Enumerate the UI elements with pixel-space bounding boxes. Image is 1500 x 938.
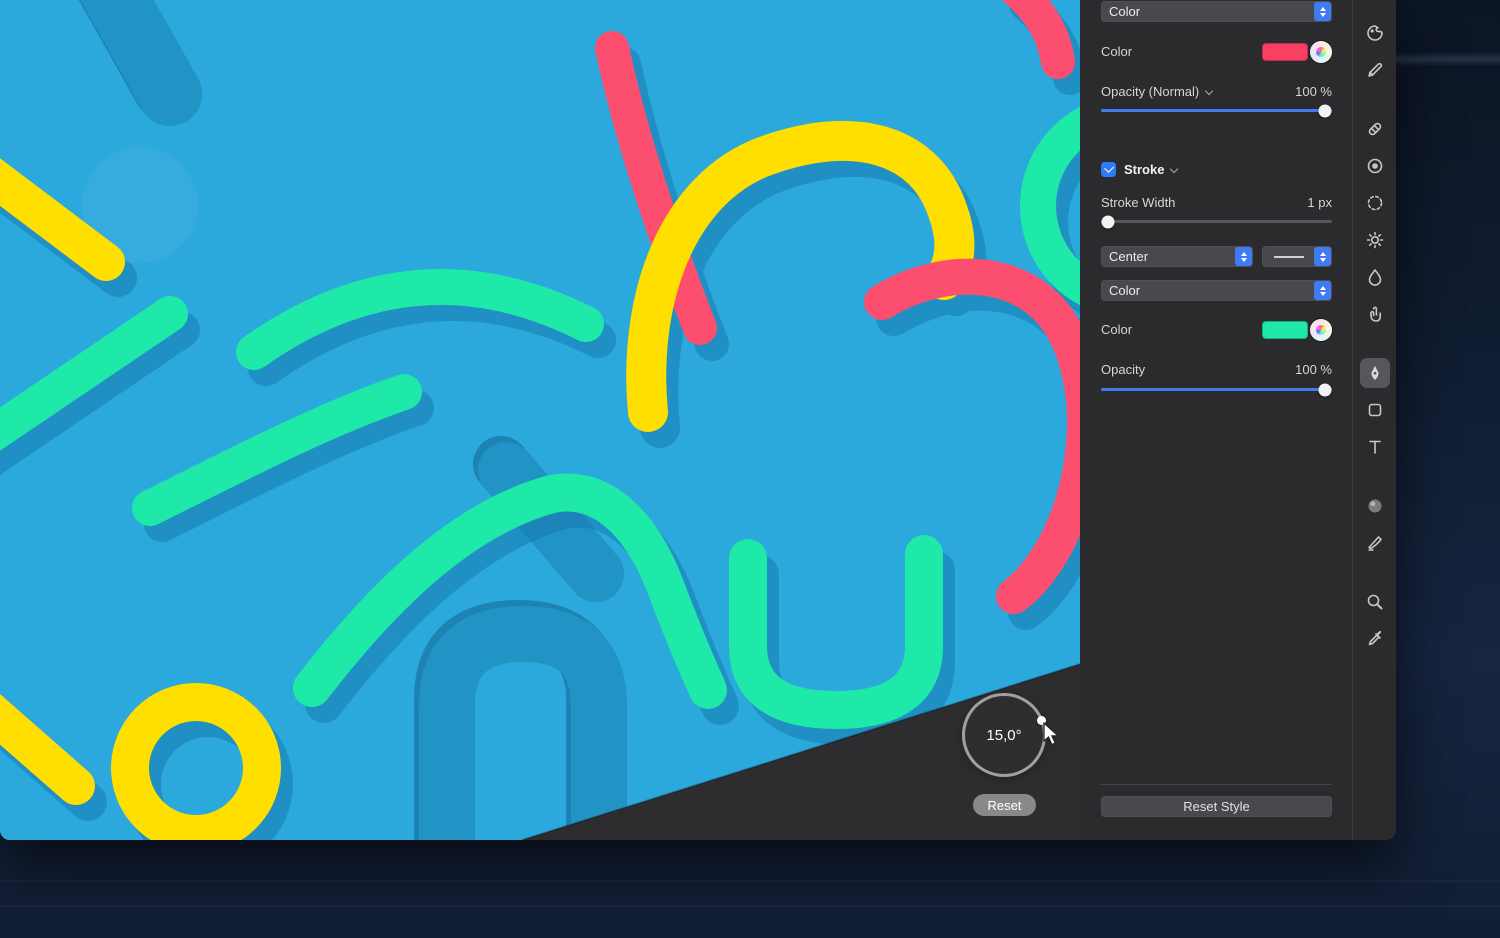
eyedropper-tool-icon[interactable] (1360, 624, 1390, 654)
stroke-opacity-slider[interactable] (1101, 388, 1332, 391)
popup-stepper-icon (1235, 247, 1252, 266)
fill-opacity-slider[interactable] (1101, 109, 1332, 112)
fill-opacity-value: 100 % (1295, 81, 1332, 103)
app-window: 15,0° Reset Color Color Opacity (Normal)… (0, 0, 1396, 840)
stroke-section-title[interactable]: Stroke (1124, 162, 1177, 177)
panel-divider (1101, 784, 1332, 785)
stroke-width-label: Stroke Width (1101, 192, 1175, 214)
popup-stepper-icon (1314, 247, 1331, 266)
text-tool-icon[interactable] (1360, 432, 1390, 462)
stroke-width-slider-knob[interactable] (1101, 215, 1114, 228)
stroke-position-popup-value: Center (1109, 249, 1148, 264)
popup-stepper-icon (1314, 2, 1331, 21)
chevron-down-icon (1170, 165, 1178, 173)
popup-stepper-icon (1314, 281, 1331, 300)
light-adjust-icon[interactable] (1360, 225, 1390, 255)
stroke-position-popup[interactable]: Center (1101, 246, 1253, 267)
wallpaper-wave (0, 905, 1500, 907)
line-style-sample-icon (1274, 256, 1304, 258)
zoom-tool-icon[interactable] (1360, 587, 1390, 617)
fill-color-label: Color (1101, 41, 1132, 63)
fill-opacity-label: Opacity (Normal) (1101, 81, 1212, 103)
stroke-width-value: 1 px (1307, 192, 1332, 214)
fill-type-popup[interactable]: Color (1101, 1, 1332, 22)
stroke-color-wheel-icon[interactable] (1310, 319, 1332, 341)
stroke-line-style-popup[interactable] (1262, 246, 1332, 267)
stroke-checkbox[interactable] (1101, 162, 1116, 177)
fill-opacity-slider-knob[interactable] (1319, 104, 1332, 117)
stroke-color-swatch[interactable] (1262, 321, 1308, 339)
soften-tool-icon[interactable] (1360, 262, 1390, 292)
palette-tool-icon[interactable] (1360, 18, 1390, 48)
fill-color-swatch[interactable] (1262, 43, 1308, 61)
artwork (0, 0, 1080, 840)
stroke-type-popup-value: Color (1109, 283, 1140, 298)
pencil-tool-icon[interactable] (1360, 55, 1390, 85)
smudge-tool-icon[interactable] (1360, 299, 1390, 329)
fill-type-popup-value: Color (1109, 4, 1140, 19)
tool-sidebar (1352, 0, 1396, 840)
mouse-cursor (1042, 722, 1062, 748)
red-eye-tool-icon[interactable] (1360, 151, 1390, 181)
retouch-tool-icon[interactable] (1360, 188, 1390, 218)
shape-tool-icon[interactable] (1360, 395, 1390, 425)
slice-tool-icon[interactable] (1360, 528, 1390, 558)
document-canvas[interactable]: 15,0° Reset (0, 0, 1080, 840)
fill-color-wheel-icon[interactable] (1310, 41, 1332, 63)
chevron-down-icon (1205, 87, 1213, 95)
rotation-value: 15,0° (986, 727, 1021, 744)
wallpaper-wave (0, 880, 1500, 882)
reset-style-button[interactable]: Reset Style (1101, 796, 1332, 817)
bandage-heal-icon[interactable] (1360, 114, 1390, 144)
rotation-dial[interactable]: 15,0° (962, 693, 1046, 777)
pen-tool-icon[interactable] (1360, 358, 1390, 388)
stroke-opacity-slider-knob[interactable] (1319, 383, 1332, 396)
rotation-reset-button[interactable]: Reset (973, 794, 1036, 816)
stroke-width-slider[interactable] (1101, 220, 1332, 223)
stroke-type-popup[interactable]: Color (1101, 280, 1332, 301)
stroke-color-label: Color (1101, 319, 1132, 341)
stroke-opacity-label: Opacity (1101, 359, 1145, 381)
style-format-panel: Color Color Opacity (Normal) 100 % Strok… (1080, 0, 1352, 840)
stroke-opacity-value: 100 % (1295, 359, 1332, 381)
effects-tool-icon[interactable] (1360, 491, 1390, 521)
